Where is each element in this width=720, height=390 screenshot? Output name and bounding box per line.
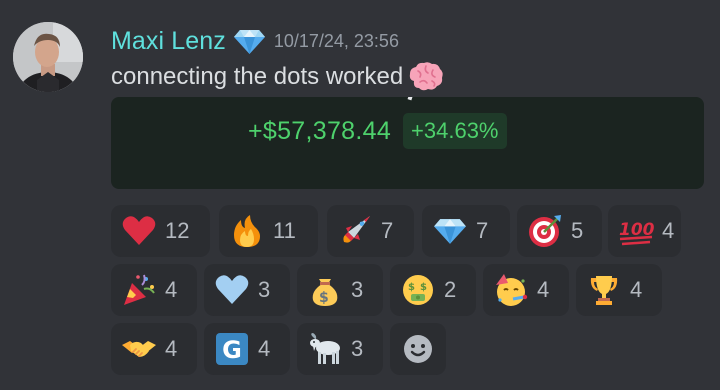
gem-icon bbox=[432, 213, 468, 249]
pnl-row: +$57,378.44 +34.63% bbox=[248, 113, 507, 149]
reaction-direct-hit[interactable]: 5 bbox=[517, 205, 602, 257]
reaction-count: 7 bbox=[476, 218, 489, 243]
reaction-count: 12 bbox=[165, 218, 190, 243]
reaction-count: 3 bbox=[351, 336, 364, 361]
message-header: Maxi Lenz 10/17/24, 23:56 bbox=[111, 24, 399, 58]
reaction-letter-g[interactable]: G 4 bbox=[204, 323, 290, 375]
pnl-embed[interactable]: +$57,378.44 +34.63% bbox=[111, 97, 704, 189]
svg-text:$: $ bbox=[319, 290, 329, 306]
add-reaction-button[interactable] bbox=[390, 323, 446, 375]
svg-text:$: $ bbox=[420, 282, 427, 293]
svg-text:G: G bbox=[222, 336, 242, 364]
message-text: connecting the dots worked bbox=[111, 60, 444, 94]
hundred-points-icon: 100 bbox=[618, 213, 654, 249]
reaction-fire[interactable]: 11 bbox=[219, 205, 318, 257]
reaction-rocket[interactable]: 7 bbox=[327, 205, 414, 257]
timestamp: 10/17/24, 23:56 bbox=[273, 30, 399, 51]
pnl-percent-badge: +34.63% bbox=[403, 113, 507, 149]
reaction-count: 4 bbox=[630, 277, 643, 302]
message-body: connecting the dots worked bbox=[111, 63, 404, 90]
reaction-count: 5 bbox=[571, 218, 584, 243]
money-mouth-face-icon: $ $ bbox=[400, 272, 436, 308]
reaction-money-mouth-face[interactable]: $ $ 2 bbox=[390, 264, 476, 316]
reaction-count: 3 bbox=[258, 277, 271, 302]
trophy-icon bbox=[586, 272, 622, 308]
money-bag-icon: $ bbox=[307, 272, 343, 308]
fire-icon bbox=[229, 213, 265, 249]
reaction-trophy[interactable]: 4 bbox=[576, 264, 662, 316]
reaction-gem[interactable]: 7 bbox=[422, 205, 510, 257]
reaction-count: 11 bbox=[273, 218, 296, 243]
goat-icon bbox=[307, 331, 343, 367]
reaction-count: 4 bbox=[662, 218, 675, 243]
letter-g-icon: G bbox=[214, 331, 250, 367]
avatar[interactable] bbox=[13, 22, 83, 92]
reaction-count: 4 bbox=[258, 336, 271, 361]
username[interactable]: Maxi Lenz bbox=[111, 27, 226, 56]
reaction-party-popper[interactable]: 4 bbox=[111, 264, 197, 316]
reaction-count: 3 bbox=[351, 277, 364, 302]
svg-text:$: $ bbox=[408, 282, 415, 293]
cropped-text-fragment bbox=[407, 97, 415, 101]
party-popper-icon bbox=[121, 272, 157, 308]
reaction-blue-heart[interactable]: 3 bbox=[204, 264, 290, 316]
reaction-handshake[interactable]: 4 bbox=[111, 323, 197, 375]
chat-message: Maxi Lenz 10/17/24, 23:56 connecting the… bbox=[0, 0, 720, 390]
direct-hit-icon bbox=[527, 213, 563, 249]
reaction-count: 4 bbox=[165, 336, 178, 361]
brain-icon bbox=[408, 61, 444, 93]
reaction-count: 2 bbox=[444, 277, 457, 302]
reaction-count: 7 bbox=[381, 218, 394, 243]
red-heart-icon bbox=[121, 213, 157, 249]
reaction-hundred-points[interactable]: 100 4 bbox=[608, 205, 681, 257]
gem-icon bbox=[233, 28, 266, 55]
partying-face-icon bbox=[493, 272, 529, 308]
reaction-partying-face[interactable]: 4 bbox=[483, 264, 569, 316]
add-reaction-smiley-icon bbox=[400, 331, 436, 367]
handshake-icon bbox=[121, 331, 157, 367]
reaction-count: 4 bbox=[165, 277, 178, 302]
reaction-goat[interactable]: 3 bbox=[297, 323, 383, 375]
reaction-money-bag[interactable]: $ 3 bbox=[297, 264, 383, 316]
reaction-red-heart[interactable]: 12 bbox=[111, 205, 210, 257]
pnl-amount: +$57,378.44 bbox=[248, 116, 392, 145]
reaction-count: 4 bbox=[537, 277, 550, 302]
blue-heart-icon bbox=[214, 272, 250, 308]
rocket-icon bbox=[337, 213, 373, 249]
